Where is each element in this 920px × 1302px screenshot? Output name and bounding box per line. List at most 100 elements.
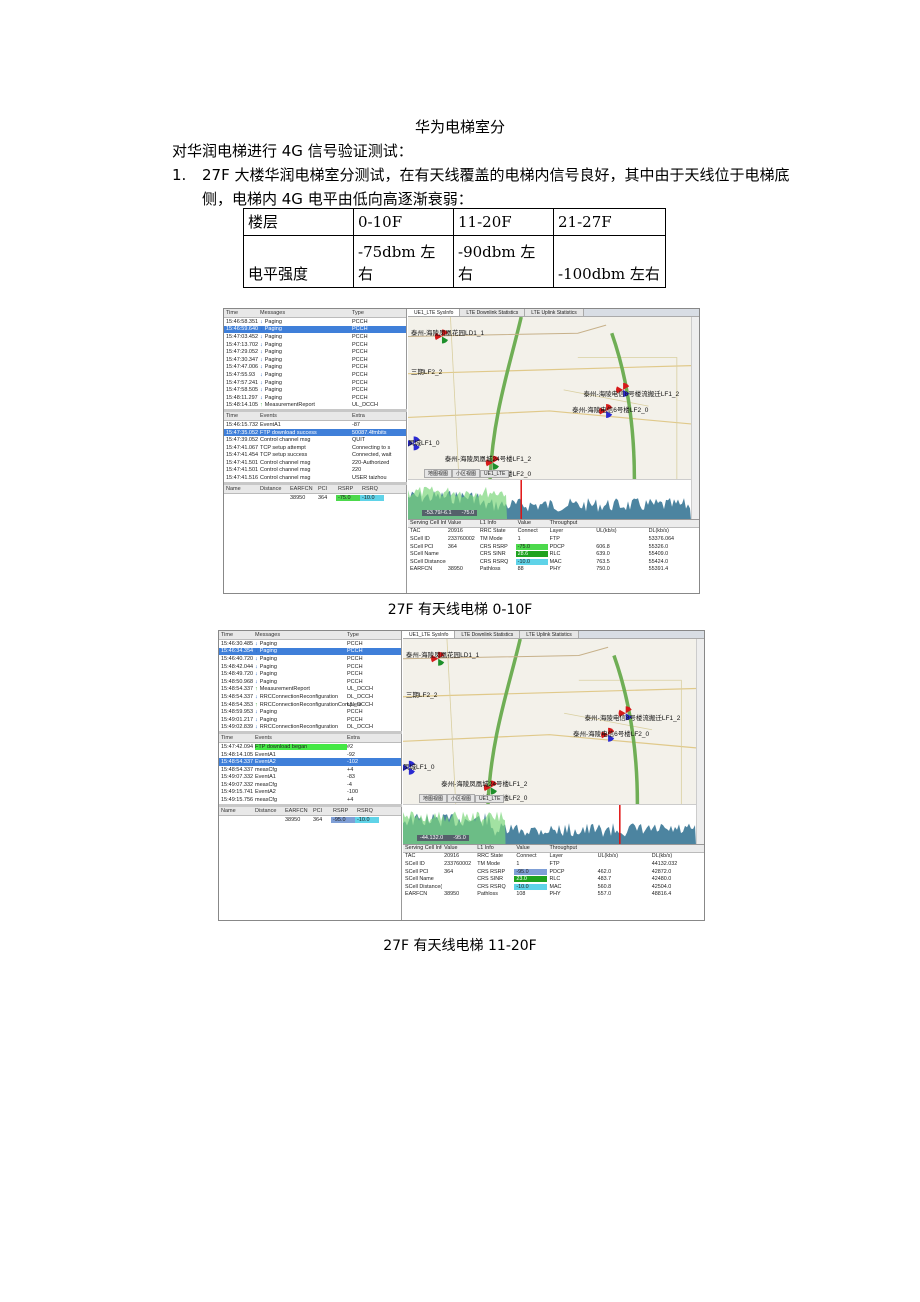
tab-1[interactable]: LTE Downlink Statistics	[455, 631, 521, 638]
scrollbar[interactable]	[696, 639, 704, 844]
column-header[interactable]: Extra	[347, 735, 399, 741]
cell-row[interactable]: 38950 364 -75.0 -10.0	[224, 494, 406, 502]
message-row[interactable]: 15:48:11.297 ↓ Paging PCCH	[224, 394, 406, 402]
map-tab-2[interactable]: UE1_LTE	[475, 795, 505, 803]
column-header[interactable]: Events	[255, 735, 347, 741]
message-time: 15:48:54.353	[221, 701, 254, 708]
column-header[interactable]: RSRQ	[355, 808, 379, 814]
column-header[interactable]: Name	[224, 486, 258, 492]
column-header[interactable]: RSRP	[331, 808, 355, 814]
column-header[interactable]: RSRQ	[360, 486, 384, 492]
column-header[interactable]: Time	[219, 735, 255, 741]
map-tab-1[interactable]: 小区视图	[447, 794, 476, 803]
splitter[interactable]	[224, 409, 407, 413]
column-header[interactable]: PCI	[316, 486, 336, 492]
message-row[interactable]: 15:48:54.337 ↑ MeasurementReport UL_DCCH	[219, 686, 401, 694]
tab-bar: UE1_LTE SysInfo LTE Downlink Statistics LT…	[403, 631, 704, 639]
log-panel: Time Messages Type 15:46:30.485 ↓ Paging PCCH 1…	[219, 631, 402, 920]
message-row[interactable]: 15:47:30.347 ↓ Paging PCCH	[224, 356, 406, 364]
column-header[interactable]: Distance	[258, 486, 288, 492]
message-row[interactable]: 15:47:47.006 ↓ Paging PCCH	[224, 364, 406, 372]
event-time: 15:49:15.741	[221, 789, 254, 796]
event-row[interactable]: 15:48:14.105 EventA1 -92	[219, 751, 401, 759]
splitter[interactable]	[219, 731, 402, 735]
tab-0[interactable]: UE1_LTE SysInfo	[408, 309, 461, 316]
table-cell: -10.0	[515, 558, 548, 565]
message-row[interactable]: 15:49:02.839 ↓ RRCConnectionReconfiguratio…	[219, 724, 401, 732]
map-view[interactable]: 泰州-海陵凤凰花园LD1_1 三期LF2_2 泰州-海陵电信8号楼流搬迁LF1_2 泰…	[408, 317, 691, 479]
message-row[interactable]: 15:47:03.452 ↓ Paging PCCH	[224, 333, 406, 341]
readout-value: -44.132.0	[420, 835, 444, 841]
column-header[interactable]: EARFCN	[288, 486, 316, 492]
event-time: 15:49:15.756	[221, 797, 254, 804]
event-row[interactable]: 15:47:42.094 FTP download began #2	[219, 743, 401, 751]
column-header[interactable]: RSRP	[336, 486, 360, 492]
tab-2[interactable]: LTE Uplink Statistics	[520, 631, 579, 638]
column-header[interactable]: Time	[224, 310, 260, 316]
message-row[interactable]: 15:47:13.702 ↓ Paging PCCH	[224, 341, 406, 349]
event-row[interactable]: 15:47:41.501 Control channel msg 220	[224, 467, 406, 475]
column-header[interactable]: EARFCN	[283, 808, 311, 814]
message-row[interactable]: 15:47:57.241 ↓ Paging PCCH	[224, 379, 406, 387]
column-header[interactable]: Messages	[260, 310, 352, 316]
map-view[interactable]: 泰州-海陵凤凰花园LD1_1 三期LF2_2 泰州-海陵电信8号楼流搬迁LF1_2 泰…	[403, 639, 696, 804]
column-header[interactable]: Messages	[255, 632, 347, 638]
message-row[interactable]: 15:46:30.485 ↓ Paging PCCH	[219, 640, 401, 648]
message-row[interactable]: 15:47:29.052 ↓ Paging PCCH	[224, 348, 406, 356]
column-header[interactable]: Events	[260, 413, 352, 419]
message-type: UL_DCCH	[352, 402, 378, 409]
event-row[interactable]: 15:47:41.067 TCP setup attempt Connecting …	[224, 444, 406, 452]
column-header[interactable]: Time	[219, 632, 255, 638]
cell-sector-icon[interactable]	[441, 336, 449, 344]
event-row[interactable]: 15:49:07.332 measCfg -4	[219, 781, 401, 789]
message-row[interactable]: 15:48:49.720 ↓ Paging PCCH	[219, 670, 401, 678]
arrow-down-icon: ↓	[260, 326, 263, 333]
column-header[interactable]: Type	[347, 632, 399, 638]
message-row[interactable]: 15:46:40.720 ↓ Paging PCCH	[219, 655, 401, 663]
event-row[interactable]: 15:47:41.501 Control channel msg 220-Autho…	[224, 459, 406, 467]
message-row[interactable]: 15:48:14.105 ↑ MeasurementReport UL_DCCH	[224, 402, 406, 410]
message-row[interactable]: 15:47:55.93 ↓ Paging PCCH	[224, 371, 406, 379]
scrollbar[interactable]	[691, 317, 699, 519]
event-row[interactable]: 15:46:15.732 EventA1 -87	[224, 421, 406, 429]
message-row[interactable]: 15:48:50.968 ↓ Paging PCCH	[219, 678, 401, 686]
splitter[interactable]	[224, 481, 407, 485]
event-row[interactable]: 15:47:41.454 TCP setup success Connected, …	[224, 452, 406, 460]
map-tab-0[interactable]: 地图视图	[424, 469, 453, 478]
column-header[interactable]: Extra	[352, 413, 404, 419]
message-row[interactable]: 15:47:58.505 ↓ Paging PCCH	[224, 386, 406, 394]
message-row[interactable]: 15:46:34.354 ↓ Paging PCCH	[219, 647, 401, 656]
event-row[interactable]: 15:49:15.741 EventA2 -100	[219, 789, 401, 797]
tab-1[interactable]: LTE Downlink Statistics	[460, 309, 526, 316]
message-row[interactable]: 15:46:59.640 ↓ Paging PCCH	[224, 325, 406, 334]
road	[408, 365, 691, 375]
column-header[interactable]: Name	[219, 808, 253, 814]
tab-0[interactable]: UE1_LTE SysInfo	[403, 631, 456, 638]
message-row[interactable]: 15:46:58.351 ↓ Paging PCCH	[224, 318, 406, 326]
message-time: 15:47:55.93	[226, 371, 256, 378]
event-row[interactable]: 15:47:39.052 Control channel msg QUIT	[224, 436, 406, 444]
column-header[interactable]: Time	[224, 413, 260, 419]
event-row[interactable]: 15:49:07.332 EventA1 -83	[219, 774, 401, 782]
message-row[interactable]: 15:49:01.217 ↓ Paging PCCH	[219, 716, 401, 724]
map-tab-0[interactable]: 地图视图	[419, 794, 448, 803]
splitter[interactable]	[219, 803, 402, 807]
map-tab-1[interactable]: 小区视图	[452, 469, 481, 478]
column-header[interactable]: PCI	[311, 808, 331, 814]
event-row[interactable]: 15:49:15.756 measCfg +4	[219, 796, 401, 804]
event-row[interactable]: 15:48:54.337 EventA2 -102	[219, 758, 401, 766]
column-header[interactable]: Type	[352, 310, 404, 316]
message-row[interactable]: 15:48:42.044 ↓ Paging PCCH	[219, 663, 401, 671]
cell-row[interactable]: 38950 364 -95.0 -10.0	[219, 816, 401, 824]
message-row[interactable]: 15:48:54.337 ↓ RRCConnectionReconfiguratio…	[219, 693, 401, 701]
map-tab-2[interactable]: UE1_LTE	[480, 470, 510, 478]
event-row[interactable]: 15:48:54.337 measCfg +4	[219, 766, 401, 774]
message-row[interactable]: 15:48:59.953 ↓ Paging PCCH	[219, 708, 401, 716]
message-type: PCCH	[352, 349, 368, 356]
tab-2[interactable]: LTE Uplink Statistics	[525, 309, 584, 316]
cell-sector-icon[interactable]	[438, 658, 445, 666]
event-row[interactable]: 15:47:41.516 Control channel msg USER taiz…	[224, 474, 406, 482]
event-row[interactable]: 15:47:35.052 FTP download success 50087.4f…	[224, 428, 406, 437]
message-row[interactable]: 15:48:54.353 ↑ RRCConnectionReconfiguratio…	[219, 701, 401, 709]
column-header[interactable]: Distance	[253, 808, 283, 814]
